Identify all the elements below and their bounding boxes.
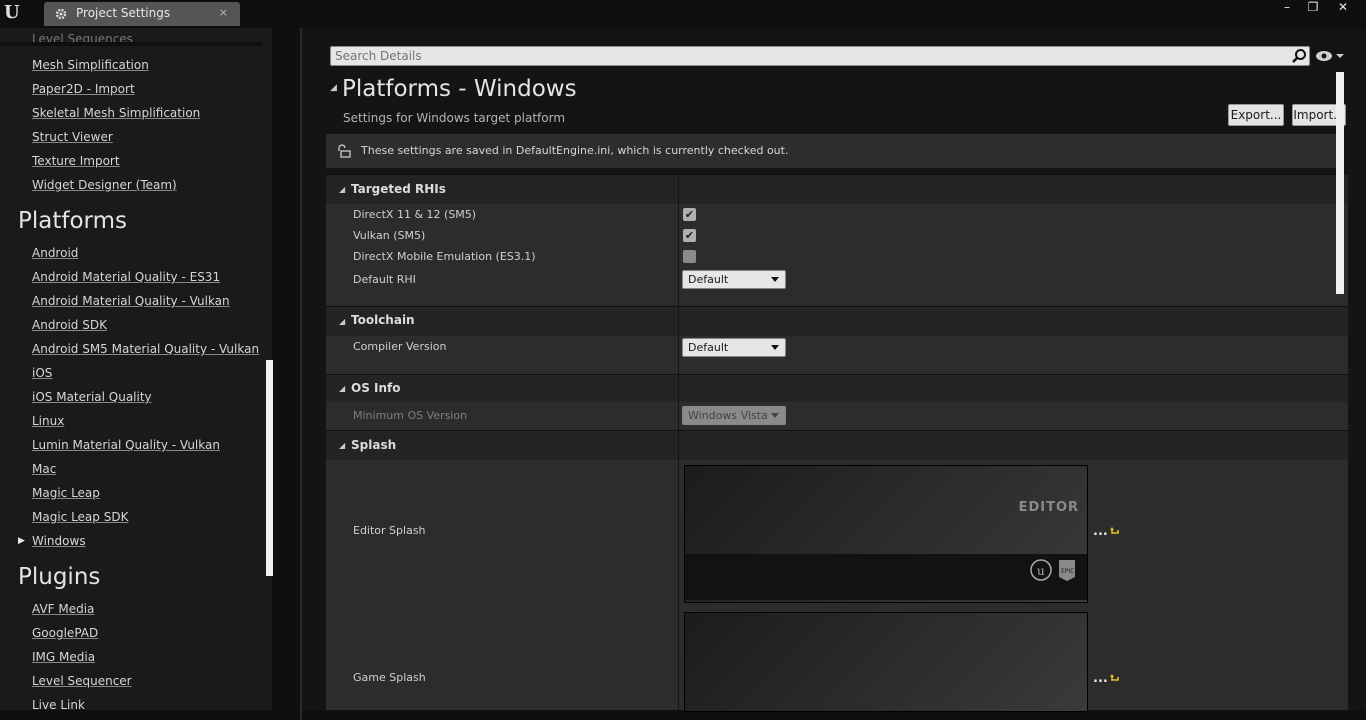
sidebar-item-live-link[interactable]: Live Link [32, 698, 85, 710]
collapse-arrow-icon: ◢ [339, 185, 346, 194]
sidebar-top-divider [0, 42, 262, 46]
sidebar-item-android-es31[interactable]: Android Material Quality - ES31 [32, 270, 220, 284]
svg-text:u: u [1037, 564, 1045, 578]
sidebar-item-magic-leap[interactable]: Magic Leap [32, 486, 100, 500]
collapse-arrow-icon: ◢ [339, 317, 346, 326]
compiler-version-value: Default [688, 341, 729, 354]
gear-icon [55, 8, 67, 20]
sidebar-item-skeletal-mesh-simplification[interactable]: Skeletal Mesh Simplification [32, 106, 200, 120]
sidebar-item-android[interactable]: Android [32, 246, 78, 260]
game-splash-label: Game Splash [353, 671, 426, 684]
category-title: Splash [351, 438, 397, 452]
title-bar: U Project Settings × – ❐ ✕ [0, 0, 1366, 28]
reset-to-default-icon[interactable] [1110, 527, 1120, 537]
editor-splash-browse-button[interactable]: ... [1093, 524, 1108, 539]
vulkan-label: Vulkan (SM5) [353, 229, 426, 242]
property-column-splitter[interactable] [678, 174, 679, 710]
default-rhi-label: Default RHI [353, 273, 416, 286]
settings-sidebar: Level Sequences Mesh Simplification Pape… [0, 28, 272, 710]
compiler-version-label: Compiler Version [353, 340, 447, 353]
sidebar-item-linux[interactable]: Linux [32, 414, 64, 428]
minimize-button[interactable]: – [1274, 0, 1300, 16]
min-os-value: Windows Vista [688, 409, 768, 422]
sidebar-item-magic-leap-sdk[interactable]: Magic Leap SDK [32, 510, 128, 524]
details-panel: ◢ Platforms - Windows Settings for Windo… [302, 28, 1366, 712]
game-splash-browse-button[interactable]: ... [1093, 671, 1108, 686]
sidebar-item-paper2d-import[interactable]: Paper2D - Import [32, 82, 135, 96]
sidebar-item-img-media[interactable]: IMG Media [32, 650, 95, 664]
sidebar-item-avf-media[interactable]: AVF Media [32, 602, 94, 616]
category-splash[interactable]: ◢ Splash [326, 430, 1348, 460]
collapse-arrow-icon[interactable]: ◢ [330, 83, 337, 93]
sidebar-item-android-vulkan[interactable]: Android Material Quality - Vulkan [32, 294, 230, 308]
chevron-down-icon [771, 345, 779, 350]
sidebar-item-struct-viewer[interactable]: Struct Viewer [32, 130, 113, 144]
epic-unreal-logo-icon: u EPIC [1030, 559, 1075, 581]
category-title: Targeted RHIs [351, 182, 446, 196]
config-notice: These settings are saved in DefaultEngin… [326, 134, 1336, 168]
editor-splash-image[interactable]: EDITOR u EPIC [684, 465, 1088, 603]
sidebar-item-ios-material-quality[interactable]: iOS Material Quality [32, 390, 152, 404]
plugins-heading: Plugins [18, 564, 101, 590]
compiler-version-dropdown[interactable]: Default [682, 338, 786, 357]
tab-project-settings[interactable]: Project Settings × [44, 2, 240, 26]
collapse-arrow-icon: ◢ [339, 441, 346, 450]
close-window-button[interactable]: ✕ [1330, 0, 1356, 16]
min-os-label: Minimum OS Version [353, 409, 468, 422]
svg-text:EPIC: EPIC [1061, 568, 1074, 575]
unreal-logo-icon: U [4, 2, 20, 23]
sidebar-item-android-sm5-vulkan[interactable]: Android SM5 Material Quality - Vulkan [32, 342, 259, 356]
details-scrollbar[interactable] [1336, 72, 1344, 294]
dx12-label: DirectX 11 & 12 (SM5) [353, 208, 477, 221]
config-notice-text: These settings are saved in DefaultEngin… [361, 144, 789, 157]
game-splash-image[interactable] [684, 612, 1088, 712]
min-os-dropdown: Windows Vista [682, 406, 786, 425]
visibility-options-icon[interactable] [1314, 49, 1344, 63]
unlocked-icon [338, 144, 351, 158]
es31-checkbox[interactable] [683, 250, 696, 263]
splash-editor-text: EDITOR [1018, 500, 1079, 515]
platforms-heading: Platforms [18, 208, 127, 234]
reset-to-default-icon[interactable] [1110, 674, 1120, 684]
sidebar-item-windows[interactable]: Windows [32, 534, 86, 548]
search-box[interactable] [330, 46, 1310, 66]
sidebar-item-mac[interactable]: Mac [32, 462, 56, 476]
category-title: Toolchain [351, 313, 415, 327]
sidebar-item-lumin-vulkan[interactable]: Lumin Material Quality - Vulkan [32, 438, 220, 452]
tab-close-icon[interactable]: × [219, 6, 228, 19]
default-rhi-value: Default [688, 273, 729, 286]
category-os-info[interactable]: ◢ OS Info [326, 374, 1348, 402]
restore-button[interactable]: ❐ [1300, 0, 1326, 16]
chevron-down-icon [771, 413, 779, 418]
sidebar-item-android-sdk[interactable]: Android SDK [32, 318, 107, 332]
search-input[interactable] [335, 49, 1275, 63]
sidebar-item-level-sequencer[interactable]: Level Sequencer [32, 674, 132, 688]
os-info-rows: Minimum OS Version [326, 402, 1348, 430]
page-title: Platforms - Windows [342, 76, 577, 102]
export-button[interactable]: Export... [1228, 104, 1284, 126]
collapse-arrow-icon: ◢ [339, 384, 346, 393]
sidebar-item-googlepad[interactable]: GooglePAD [32, 626, 98, 640]
search-icon[interactable] [1291, 48, 1307, 64]
category-targeted-rhis[interactable]: ◢ Targeted RHIs [326, 174, 1348, 204]
toolchain-rows: Compiler Version [326, 336, 1348, 374]
tab-title: Project Settings [76, 6, 171, 20]
default-rhi-dropdown[interactable]: Default [682, 270, 786, 289]
selected-arrow-icon: ▶ [18, 536, 25, 546]
sidebar-item-texture-import[interactable]: Texture Import [32, 154, 120, 168]
category-toolchain[interactable]: ◢ Toolchain [326, 306, 1348, 336]
targeted-rhis-rows: DirectX 11 & 12 (SM5) Vulkan (SM5) Direc… [326, 204, 1348, 308]
sidebar-item-widget-designer[interactable]: Widget Designer (Team) [32, 178, 177, 192]
category-title: OS Info [351, 381, 401, 395]
chevron-down-icon [771, 277, 779, 282]
page-subtitle: Settings for Windows target platform [343, 111, 566, 125]
editor-splash-label: Editor Splash [353, 524, 426, 537]
es31-label: DirectX Mobile Emulation (ES3.1) [353, 250, 536, 263]
sidebar-item-ios[interactable]: iOS [32, 366, 52, 380]
sidebar-scrollbar[interactable] [266, 360, 273, 576]
splash-band [685, 554, 1087, 600]
dx12-checkbox[interactable]: ✔ [683, 208, 696, 221]
sidebar-item-mesh-simplification[interactable]: Mesh Simplification [32, 58, 149, 72]
vulkan-checkbox[interactable]: ✔ [683, 229, 696, 242]
